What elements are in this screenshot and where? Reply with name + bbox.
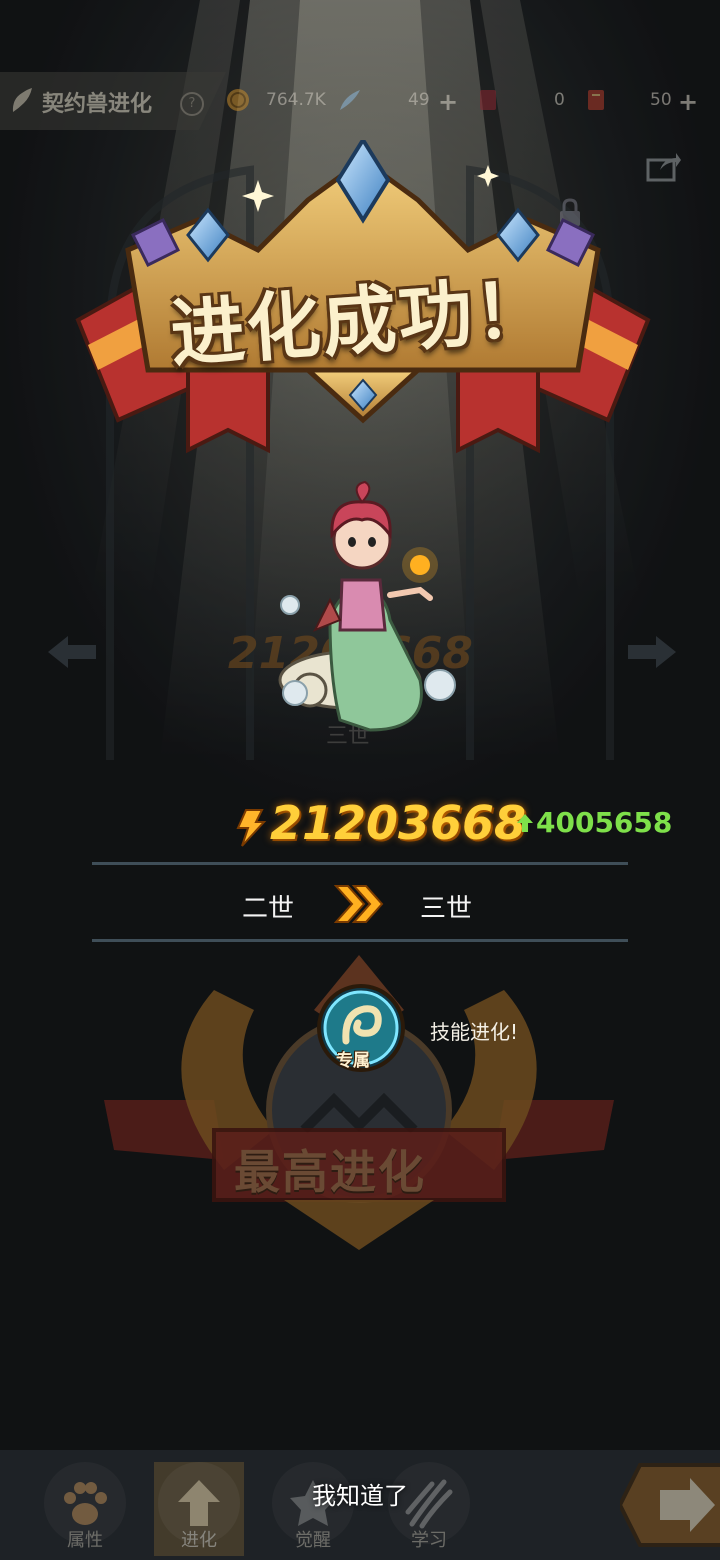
exclusive-tag: 专属 [336, 1051, 370, 1071]
paw-icon [64, 1482, 107, 1525]
tab-label: 属性 [67, 1530, 103, 1551]
to-stage: 三世 [420, 894, 473, 924]
divider-top [92, 862, 628, 865]
red-card-value: 0 [554, 90, 565, 110]
up-arrow-icon [178, 1480, 220, 1526]
next-arrow-icon[interactable] [624, 632, 680, 672]
help-icon[interactable]: ? [180, 92, 204, 116]
tab-label: 学习 [411, 1530, 447, 1551]
double-chevron-icon [334, 885, 384, 923]
add-scroll-button[interactable]: + [678, 88, 698, 116]
increase-arrow-icon [517, 814, 533, 832]
gold-coin-icon [227, 89, 249, 111]
max-evolution-label: 最高进化 [234, 1145, 426, 1199]
resource-crystal: 49 + [338, 86, 458, 116]
prev-arrow-icon[interactable] [44, 632, 100, 672]
character-sprite [278, 480, 456, 732]
skill-evolution-text: 技能进化! [430, 1020, 519, 1044]
divider-bottom [92, 939, 628, 942]
game-scene: 契约兽进化 ? 764.7K 49 + 0 50 + 21203668 三世 [0, 0, 720, 1560]
tab-label: 进化 [181, 1530, 217, 1551]
from-stage: 二世 [242, 894, 295, 924]
page-title: 契约兽进化 [42, 92, 153, 117]
feather-crystal-icon [340, 90, 360, 110]
resource-scroll: 50 + [584, 86, 714, 116]
scroll-value: 50 [650, 90, 672, 110]
feather-icon [12, 88, 32, 112]
add-crystal-button[interactable]: + [438, 88, 458, 116]
power-increase: 4005658 [536, 806, 673, 839]
crystal-value: 49 [408, 90, 430, 110]
gold-value: 764.7K [266, 90, 326, 110]
confirm-button[interactable]: 我知道了 [290, 1476, 430, 1516]
tab-evolution[interactable]: 进化 [154, 1462, 244, 1556]
resource-gold: 764.7K [226, 86, 356, 116]
tab-attributes[interactable]: 属性 [40, 1462, 130, 1556]
scroll-card-icon [588, 90, 604, 110]
resource-red-card: 0 [476, 86, 576, 116]
top-bar: 契约兽进化 ? 764.7K 49 + 0 50 + [0, 72, 720, 130]
power-value: 21203668 [270, 796, 527, 850]
next-button-icon[interactable] [620, 1460, 720, 1550]
red-card-icon [480, 90, 496, 110]
tab-label: 觉醒 [295, 1530, 331, 1551]
power-icon [236, 809, 267, 847]
